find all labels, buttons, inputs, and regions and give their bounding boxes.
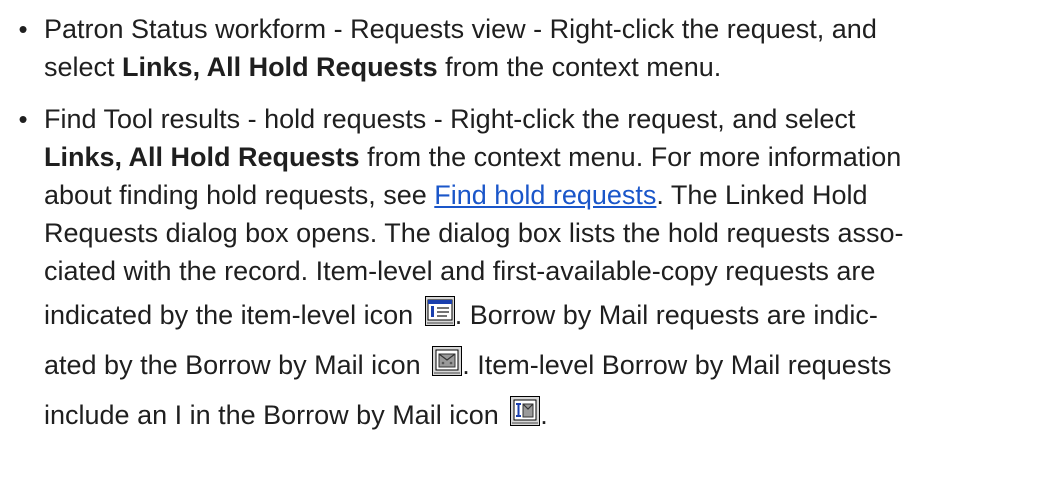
text-fragment: . The Linked Hold xyxy=(656,180,868,210)
bullet-list: • Patron Status workform - Requests view… xyxy=(0,0,1062,440)
text-line: ciated with the record. Item-level and f… xyxy=(44,256,876,286)
menu-path-bold: Links, All Hold Requests xyxy=(44,142,360,172)
text-line: about finding hold requests, see Find ho… xyxy=(44,176,1022,214)
text-fragment: select xyxy=(44,52,123,82)
borrow-by-mail-icon xyxy=(432,346,463,376)
menu-path-bold: Links, All Hold Requests xyxy=(122,52,438,82)
text-fragment: . Item-level Borrow by Mail requests xyxy=(462,350,892,380)
text-fragment: . xyxy=(540,400,548,430)
text-line: ated by the Borrow by Mail icon . Item-l… xyxy=(44,340,1022,390)
text-line: Requests dialog box opens. The dialog bo… xyxy=(44,218,904,248)
bullet-icon: • xyxy=(18,104,28,134)
text-fragment: ated by the Borrow by Mail icon xyxy=(44,350,429,380)
list-item: • Find Tool results - hold requests - Ri… xyxy=(0,100,1062,440)
text-line: Find Tool results - hold requests - Righ… xyxy=(44,104,856,134)
text-fragment: from the context menu. xyxy=(437,52,722,82)
text-line: select Links, All Hold Requests from the… xyxy=(44,48,1022,86)
item-level-borrow-by-mail-icon xyxy=(510,396,541,426)
list-item: • Patron Status workform - Requests view… xyxy=(0,0,1062,86)
text-line: Patron Status workform - Requests view -… xyxy=(44,14,877,44)
text-fragment: from the context menu. For more informat… xyxy=(359,142,902,172)
bullet-icon: • xyxy=(18,14,28,44)
text-fragment: about finding hold requests, see xyxy=(44,180,435,210)
item-level-request-icon xyxy=(424,296,455,326)
find-hold-requests-link[interactable]: Find hold requests xyxy=(434,180,656,210)
text-line: Links, All Hold Requests from the contex… xyxy=(44,138,1022,176)
text-line: indicated by the item-level icon . Borro… xyxy=(44,290,1022,340)
text-line: include an I in the Borrow by Mail icon … xyxy=(44,390,1022,440)
text-fragment: indicated by the item-level icon xyxy=(44,300,421,330)
text-fragment: . Borrow by Mail requests are indic- xyxy=(454,300,878,330)
text-fragment: include an I in the Borrow by Mail icon xyxy=(44,400,507,430)
document-body: • Patron Status workform - Requests view… xyxy=(0,0,1062,481)
